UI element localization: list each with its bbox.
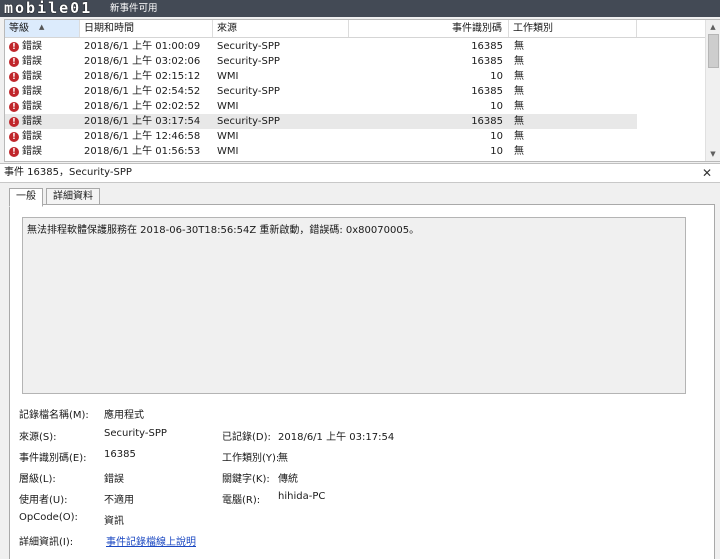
cell-level: 錯誤 [22, 146, 42, 157]
cell-event-id: 16385 [471, 116, 503, 127]
event-detail-title: 事件 16385，Security-SPP [4, 167, 132, 178]
cell-datetime: 2018/6/1 上午 03:17:54 [84, 116, 201, 127]
vertical-scrollbar[interactable]: ▲ ▼ [705, 20, 720, 161]
cell-task-category: 無 [514, 86, 524, 97]
cell-source: Security-SPP [217, 116, 280, 127]
cell-source: WMI [217, 146, 239, 157]
column-header-task-category[interactable]: 工作類別 [509, 20, 637, 37]
cell-event-id: 10 [490, 146, 503, 157]
event-list: 等級 ▲ 日期和時間 來源 事件識別碼 工作類別 ! 錯誤 2018/6/1 上午 … [4, 19, 720, 162]
logged-label: 已記錄(D): [222, 432, 271, 443]
column-header-source[interactable]: 來源 [213, 20, 349, 37]
log-name-label: 記錄檔名稱(M): [19, 410, 89, 421]
scroll-thumb[interactable] [708, 34, 719, 68]
opcode-label: OpCode(O): [19, 512, 78, 523]
event-detail-header: 事件 16385，Security-SPP ✕ [0, 163, 720, 183]
cell-source: WMI [217, 101, 239, 112]
error-icon: ! [9, 147, 19, 157]
cell-level: 錯誤 [22, 41, 42, 52]
computer-label: 電腦(R): [222, 495, 261, 506]
task-category-label: 工作類別(Y): [222, 453, 280, 464]
task-category-value: 無 [278, 453, 288, 464]
source-value: Security-SPP [104, 428, 167, 439]
cell-event-id: 10 [490, 101, 503, 112]
cell-datetime: 2018/6/1 上午 12:46:58 [84, 131, 201, 142]
cell-event-id: 16385 [471, 56, 503, 67]
scroll-up-icon[interactable]: ▲ [706, 20, 720, 34]
level-label: 層級(L): [19, 474, 56, 485]
logged-value: 2018/6/1 上午 03:17:54 [278, 432, 395, 443]
cell-level: 錯誤 [22, 86, 42, 97]
table-row[interactable]: ! 錯誤 2018/6/1 上午 01:00:09 Security-SPP 16385… [5, 39, 637, 54]
cell-source: WMI [217, 131, 239, 142]
cell-level: 錯誤 [22, 116, 42, 127]
cell-datetime: 2018/6/1 上午 02:54:52 [84, 86, 201, 97]
cell-task-category: 無 [514, 71, 524, 82]
cell-level: 錯誤 [22, 71, 42, 82]
general-tab-panel: 無法排程軟體保護服務在 2018-06-30T18:56:54Z 重新啟動，錯誤… [9, 204, 715, 559]
source-label: 來源(S): [19, 432, 57, 443]
cell-source: Security-SPP [217, 41, 280, 52]
cell-datetime: 2018/6/1 上午 01:00:09 [84, 41, 201, 52]
cell-event-id: 16385 [471, 41, 503, 52]
column-header-level[interactable]: 等級 ▲ [5, 20, 80, 37]
more-info-label: 詳細資訊(I): [19, 537, 74, 548]
user-label: 使用者(U): [19, 495, 68, 506]
column-header-datetime[interactable]: 日期和時間 [80, 20, 213, 37]
table-row[interactable]: ! 錯誤 2018/6/1 上午 02:02:52 WMI 10 無 [5, 99, 637, 114]
table-row[interactable]: ! 錯誤 2018/6/1 上午 01:56:53 WMI 10 無 [5, 144, 637, 159]
sort-ascending-icon: ▲ [39, 23, 45, 31]
table-row[interactable]: ! 錯誤 2018/6/1 上午 03:17:54 Security-SPP 16385… [5, 114, 637, 129]
cell-source: WMI [217, 71, 239, 82]
event-list-header: 等級 ▲ 日期和時間 來源 事件識別碼 工作類別 [5, 20, 705, 38]
opcode-value: 資訊 [104, 516, 124, 527]
event-id-label: 事件識別碼(E): [19, 453, 87, 464]
watermark-logo: mobile01 [4, 0, 93, 17]
table-row[interactable]: ! 錯誤 2018/6/1 上午 02:54:52 Security-SPP 16385… [5, 84, 637, 99]
cell-datetime: 2018/6/1 上午 01:56:53 [84, 146, 201, 157]
cell-datetime: 2018/6/1 上午 02:02:52 [84, 101, 201, 112]
cell-task-category: 無 [514, 116, 524, 127]
cell-source: Security-SPP [217, 86, 280, 97]
table-row[interactable]: ! 錯誤 2018/6/1 上午 02:15:12 WMI 10 無 [5, 69, 637, 84]
cell-task-category: 無 [514, 131, 524, 142]
cell-event-id: 16385 [471, 86, 503, 97]
error-icon: ! [9, 102, 19, 112]
error-icon: ! [9, 57, 19, 67]
cell-event-id: 10 [490, 131, 503, 142]
column-header-event-id[interactable]: 事件識別碼 [349, 20, 509, 37]
keywords-value: 傳統 [278, 474, 298, 485]
user-value: 不適用 [104, 495, 134, 506]
cell-task-category: 無 [514, 146, 524, 157]
cell-level: 錯誤 [22, 131, 42, 142]
error-icon: ! [9, 117, 19, 127]
cell-datetime: 2018/6/1 上午 03:02:06 [84, 56, 201, 67]
computer-value: hihida-PC [278, 491, 326, 502]
error-icon: ! [9, 72, 19, 82]
cell-task-category: 無 [514, 101, 524, 112]
close-icon[interactable]: ✕ [702, 164, 712, 182]
cell-level: 錯誤 [22, 101, 42, 112]
cell-level: 錯誤 [22, 56, 42, 67]
level-value: 錯誤 [104, 474, 124, 485]
error-icon: ! [9, 87, 19, 97]
log-name-value: 應用程式 [104, 410, 144, 421]
scroll-down-icon[interactable]: ▼ [706, 147, 720, 161]
cell-event-id: 10 [490, 71, 503, 82]
keywords-label: 關鍵字(K): [222, 474, 270, 485]
error-icon: ! [9, 132, 19, 142]
cell-task-category: 無 [514, 56, 524, 67]
table-row[interactable]: ! 錯誤 2018/6/1 上午 12:46:58 WMI 10 無 [5, 129, 637, 144]
title-bar-text-right: 新事件可用 [110, 3, 158, 14]
tab-general[interactable]: 一般 [9, 188, 43, 207]
table-row[interactable]: ! 錯誤 2018/6/1 上午 03:02:06 Security-SPP 16385… [5, 54, 637, 69]
title-bar: 新事件可用 mobile01 [0, 0, 720, 17]
error-icon: ! [9, 42, 19, 52]
cell-datetime: 2018/6/1 上午 02:15:12 [84, 71, 201, 82]
cell-task-category: 無 [514, 41, 524, 52]
event-id-value: 16385 [104, 449, 136, 460]
event-log-help-link[interactable]: 事件記錄檔線上說明 [106, 533, 196, 548]
event-description[interactable]: 無法排程軟體保護服務在 2018-06-30T18:56:54Z 重新啟動，錯誤… [22, 217, 686, 394]
cell-source: Security-SPP [217, 56, 280, 67]
